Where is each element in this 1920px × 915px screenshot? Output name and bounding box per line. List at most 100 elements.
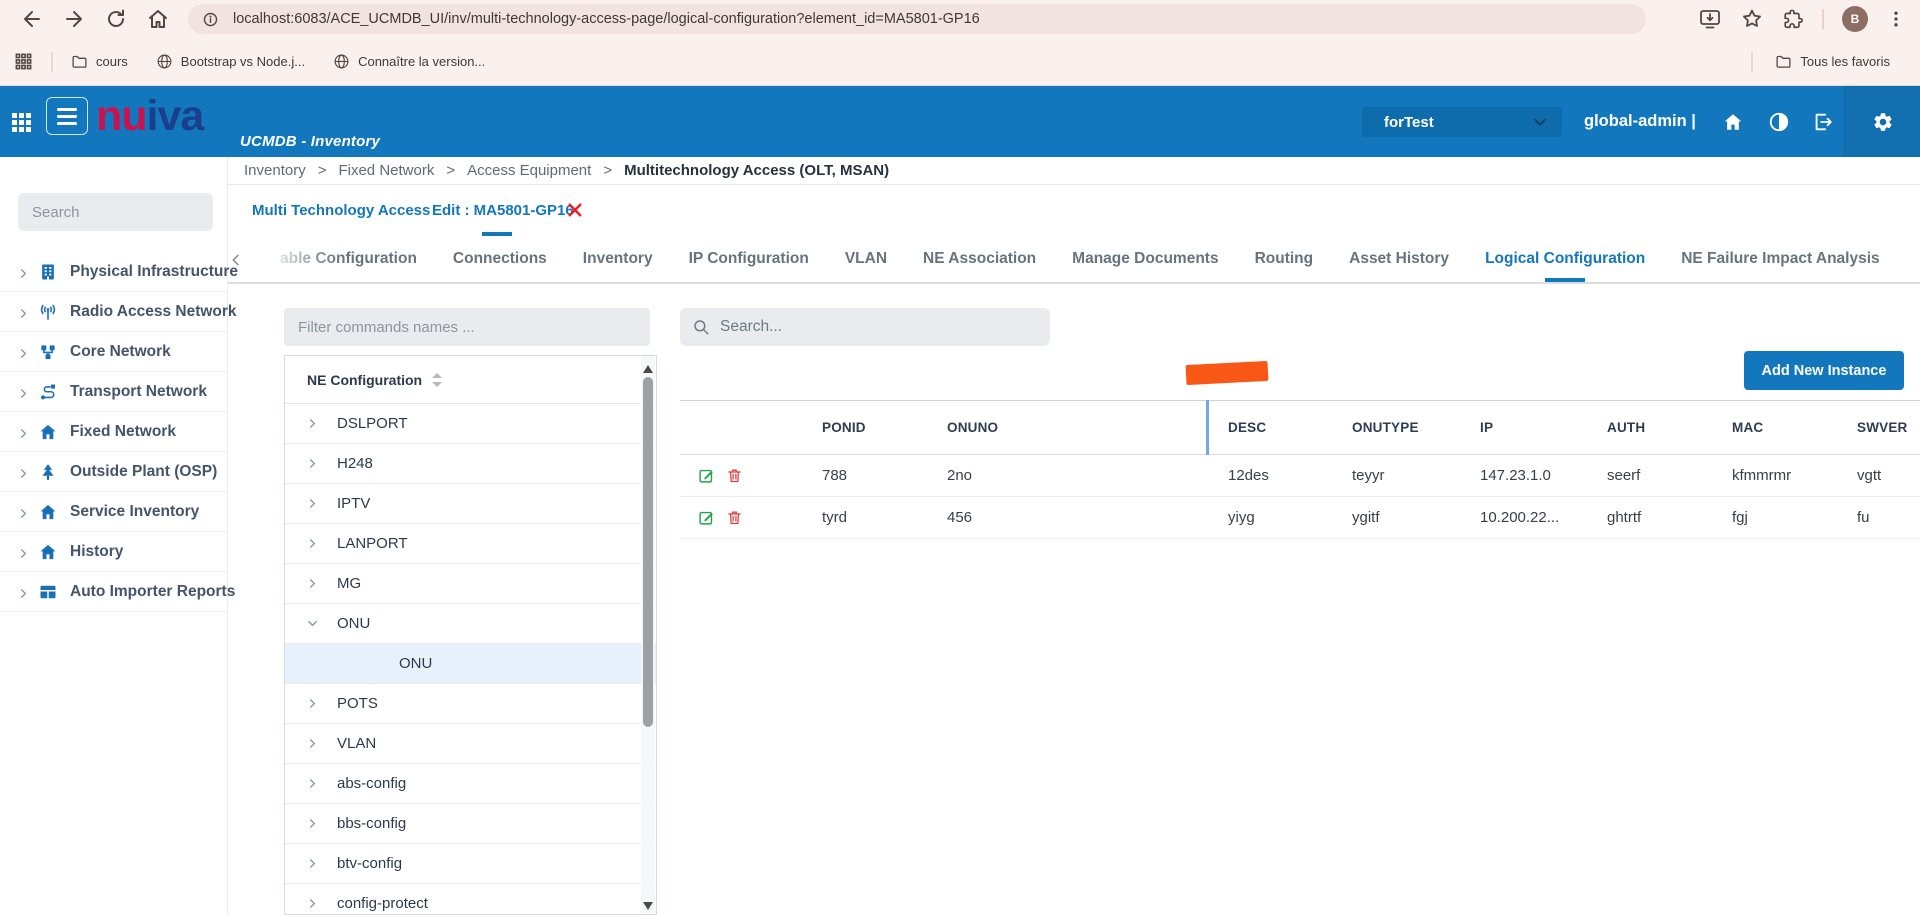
table-row: 788 2no 12des teyyr 147.23.1.0 seerf kfm…: [680, 455, 1920, 497]
bookmark-connaitre[interactable]: Connaître la version...: [333, 53, 485, 70]
home-icon[interactable]: [1722, 111, 1744, 133]
extensions-icon[interactable]: [1782, 8, 1804, 30]
logout-icon[interactable]: [1812, 111, 1834, 133]
address-bar[interactable]: localhost:6083/ACE_UCMDB_UI/inv/multi-te…: [188, 4, 1646, 34]
filter-commands-input[interactable]: [284, 308, 650, 346]
tab-multi-technology-access[interactable]: Multi Technology Access: [252, 185, 430, 236]
edit-row-icon[interactable]: [698, 467, 715, 484]
tab-routing[interactable]: Routing: [1255, 236, 1314, 282]
chevron-right-icon: [18, 306, 29, 317]
tree-item-abs-config[interactable]: abs-config: [285, 764, 656, 804]
chevron-right-icon: [18, 426, 29, 437]
sidebar-item-auto-importer-reports[interactable]: Auto Importer Reports: [0, 572, 228, 612]
table-icon: [38, 582, 58, 602]
sidebar-item-core-network[interactable]: Core Network: [0, 332, 228, 372]
tree-item-pots[interactable]: POTS: [285, 684, 656, 724]
cell-ip: 10.200.22...: [1458, 509, 1585, 526]
bookmarks-bar: cours Bootstrap vs Node.j... Connaître l…: [0, 38, 1920, 86]
sidebar-item-radio-access-network[interactable]: Radio Access Network: [0, 292, 228, 332]
site-info-icon[interactable]: [202, 11, 219, 28]
home-browser-icon[interactable]: [146, 7, 170, 31]
browser-menu-icon[interactable]: [1886, 9, 1906, 29]
tab-ip-configuration[interactable]: IP Configuration: [689, 236, 809, 282]
tree-header-ne-configuration[interactable]: NE Configuration: [285, 356, 656, 404]
back-icon[interactable]: [20, 7, 44, 31]
tree-item-btv-config[interactable]: btv-config: [285, 844, 656, 884]
cell-ip: 147.23.1.0: [1458, 467, 1585, 484]
bookmark-bootstrap[interactable]: Bootstrap vs Node.j...: [156, 53, 305, 70]
breadcrumb-inventory[interactable]: Inventory: [244, 162, 306, 179]
tab-asset-history[interactable]: Asset History: [1349, 236, 1449, 282]
breadcrumb-access-equipment[interactable]: Access Equipment: [467, 162, 591, 179]
tab-vlan[interactable]: VLAN: [845, 236, 887, 282]
app-launcher-icon[interactable]: [12, 113, 31, 132]
folder-icon: [71, 53, 88, 70]
edit-row-icon[interactable]: [698, 509, 715, 526]
forward-icon[interactable]: [62, 7, 86, 31]
tab-connections[interactable]: Connections: [453, 236, 547, 282]
instances-search-input[interactable]: [720, 318, 1038, 336]
environment-select[interactable]: forTest: [1362, 107, 1562, 137]
sidebar-item-service-inventory[interactable]: Service Inventory: [0, 492, 228, 532]
breadcrumb-fixed-network[interactable]: Fixed Network: [338, 162, 434, 179]
scrollbar-thumb[interactable]: [643, 377, 653, 727]
bookmark-star-icon[interactable]: [1740, 7, 1764, 31]
instances-table: PONID ONUNO DESC ONUTYPE IP AUTH MAC SWV…: [680, 400, 1920, 539]
tree-item-config-protect[interactable]: config-protect: [285, 884, 656, 915]
sidebar-item-fixed-network[interactable]: Fixed Network: [0, 412, 228, 452]
tree-item-lanport[interactable]: LANPORT: [285, 524, 656, 564]
building-icon: [38, 262, 58, 282]
cell-onuno: 456: [925, 509, 1206, 526]
tree-item-mg[interactable]: MG: [285, 564, 656, 604]
apps-grid-icon[interactable]: [14, 52, 33, 71]
sort-icon: [432, 373, 442, 387]
contrast-icon[interactable]: [1768, 111, 1790, 133]
sidebar-search-input[interactable]: [18, 193, 213, 231]
bookmark-all-favorites[interactable]: Tous les favoris: [1751, 52, 1890, 72]
tree-item-iptv[interactable]: IPTV: [285, 484, 656, 524]
app-header: nuiva UCMDB - Inventory forTest global-a…: [0, 86, 1920, 157]
breadcrumb-current: Multitechnology Access (OLT, MSAN): [624, 162, 889, 179]
nuiva-logo: nuiva: [96, 90, 203, 142]
bookmarks-divider: [51, 52, 53, 72]
tree-scrollbar[interactable]: [641, 356, 655, 914]
scroll-down-icon[interactable]: [643, 898, 653, 908]
tab-manage-documents[interactable]: Manage Documents: [1072, 236, 1218, 282]
url-text[interactable]: localhost:6083/ACE_UCMDB_UI/inv/multi-te…: [233, 11, 980, 27]
tab-ne-failure-impact-analysis[interactable]: NE Failure Impact Analysis: [1681, 236, 1879, 282]
install-icon[interactable]: [1698, 7, 1722, 31]
sidebar-item-physical-infrastructure[interactable]: Physical Infrastructure: [0, 252, 228, 292]
search-icon: [692, 318, 710, 336]
tab-edit-element[interactable]: Edit : MA5801-GP16: [432, 185, 574, 236]
delete-row-icon[interactable]: [726, 467, 743, 484]
tree-item-onu-parent[interactable]: ONU: [285, 604, 656, 644]
reload-icon[interactable]: [104, 7, 128, 31]
sidebar-item-history[interactable]: History: [0, 532, 228, 572]
bookmark-cours[interactable]: cours: [71, 53, 128, 70]
profile-avatar[interactable]: B: [1842, 6, 1868, 32]
scroll-up-icon[interactable]: [643, 361, 653, 371]
menu-toggle-button[interactable]: [46, 97, 88, 135]
delete-row-icon[interactable]: [726, 509, 743, 526]
add-new-instance-button[interactable]: Add New Instance: [1744, 351, 1904, 390]
settings-gear-icon[interactable]: [1872, 111, 1894, 133]
tab-ne-association[interactable]: NE Association: [923, 236, 1036, 282]
close-edit-tab-icon[interactable]: [566, 201, 584, 219]
tree-item-bbs-config[interactable]: bbs-config: [285, 804, 656, 844]
tab-cable-configuration[interactable]: able Configuration: [280, 236, 417, 282]
tab-logical-configuration[interactable]: Logical Configuration: [1485, 236, 1645, 282]
home-icon: [38, 542, 58, 562]
sidebar: Physical Infrastructure Radio Access Net…: [0, 157, 228, 915]
tree-item-h248[interactable]: H248: [285, 444, 656, 484]
tab-inventory[interactable]: Inventory: [583, 236, 653, 282]
sidebar-item-outside-plant[interactable]: Outside Plant (OSP): [0, 452, 228, 492]
sidebar-item-transport-network[interactable]: Transport Network: [0, 372, 228, 412]
ne-configuration-panel: NE Configuration DSLPORT H248 IPTV LANPO…: [284, 355, 657, 915]
chevron-right-icon: [307, 898, 318, 909]
tree-item-vlan[interactable]: VLAN: [285, 724, 656, 764]
tree-item-onu-child-selected[interactable]: ONU: [285, 644, 656, 684]
tree-item-dslport[interactable]: DSLPORT: [285, 404, 656, 444]
cell-ponid: 788: [800, 467, 925, 484]
cell-auth: seerf: [1585, 467, 1710, 484]
chevron-right-icon: [307, 698, 318, 709]
